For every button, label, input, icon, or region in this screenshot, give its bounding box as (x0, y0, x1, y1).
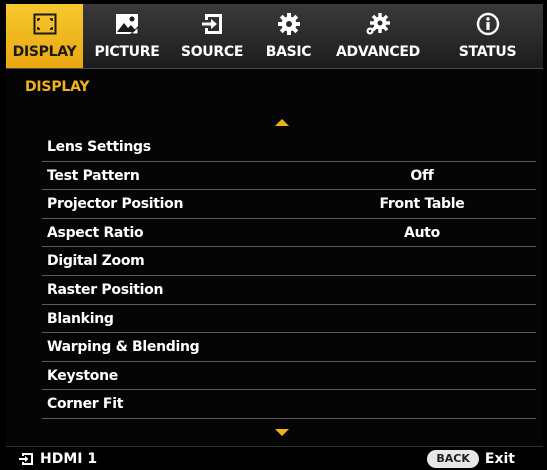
tab-advanced-label: ADVANCED (336, 44, 420, 60)
tab-source[interactable]: SOURCE (171, 4, 253, 68)
menu-item-label: Aspect Ratio (47, 224, 144, 241)
advanced-gear-icon (365, 11, 391, 37)
menu-item-warping-blending[interactable]: Warping & Blending (42, 333, 536, 362)
source-icon (199, 11, 225, 37)
picture-icon (114, 11, 140, 37)
info-icon (475, 11, 501, 37)
menu-item-digital-zoom[interactable]: Digital Zoom (42, 247, 536, 276)
section-title: DISPLAY (25, 79, 90, 95)
tab-display-label: DISPLAY (12, 44, 77, 60)
projector-osd: DISPLAY PICTURE SOURCE BASIC ADVANCED ST… (0, 0, 547, 470)
menu-item-keystone[interactable]: Keystone (42, 362, 536, 391)
menu-item-label: Warping & Blending (47, 339, 200, 356)
menu-item-blanking[interactable]: Blanking (42, 305, 536, 334)
menu-item-label: Raster Position (47, 281, 164, 298)
menu-item-label: Blanking (47, 310, 114, 327)
tab-bar: DISPLAY PICTURE SOURCE BASIC ADVANCED ST… (6, 4, 543, 68)
menu-item-value: Front Table (379, 196, 465, 213)
gear-icon (276, 11, 302, 37)
input-source-icon (18, 452, 34, 466)
menu-item-label: Corner Fit (47, 396, 124, 413)
menu-item-projector-position[interactable]: Projector Position Front Table (42, 190, 536, 219)
tab-picture-label: PICTURE (94, 44, 160, 60)
tab-status-label: STATUS (458, 44, 517, 60)
menu-item-label: Digital Zoom (47, 253, 145, 270)
menu-item-corner-fit[interactable]: Corner Fit (42, 390, 536, 419)
tab-basic-label: BASIC (265, 44, 312, 60)
scroll-up-arrow-icon[interactable] (275, 119, 289, 126)
display-icon (32, 11, 58, 37)
menu-item-test-pattern[interactable]: Test Pattern Off (42, 162, 536, 191)
current-source: HDMI 1 (18, 451, 97, 467)
menu-item-value: Off (410, 167, 434, 184)
tab-source-label: SOURCE (180, 44, 244, 60)
footer-bar: HDMI 1 BACK Exit (6, 446, 543, 470)
menu-item-label: Test Pattern (47, 167, 140, 184)
menu-item-raster-position[interactable]: Raster Position (42, 276, 536, 305)
current-source-label: HDMI 1 (40, 451, 98, 467)
tab-basic[interactable]: BASIC (253, 4, 324, 68)
tab-status[interactable]: STATUS (432, 4, 543, 68)
exit-label: Exit (484, 451, 515, 467)
menu-item-value: Auto (404, 224, 440, 241)
back-exit-button[interactable]: BACK Exit (427, 450, 515, 468)
menu-item-label: Lens Settings (47, 139, 151, 155)
scroll-down-arrow-icon[interactable] (275, 429, 289, 436)
menu-item-lens-settings[interactable]: Lens Settings (42, 133, 536, 162)
back-key-badge: BACK (427, 450, 479, 468)
menu-item-label: Keystone (47, 367, 118, 384)
tab-advanced[interactable]: ADVANCED (324, 4, 432, 68)
tab-display[interactable]: DISPLAY (6, 4, 83, 68)
menu-item-aspect-ratio[interactable]: Aspect Ratio Auto (42, 219, 536, 248)
menu-list: Lens Settings Test Pattern Off Projector… (42, 133, 536, 419)
menu-item-label: Projector Position (47, 196, 184, 213)
tab-picture[interactable]: PICTURE (83, 4, 171, 68)
menu-panel: DISPLAY Lens Settings Test Pattern Off P… (6, 68, 543, 447)
